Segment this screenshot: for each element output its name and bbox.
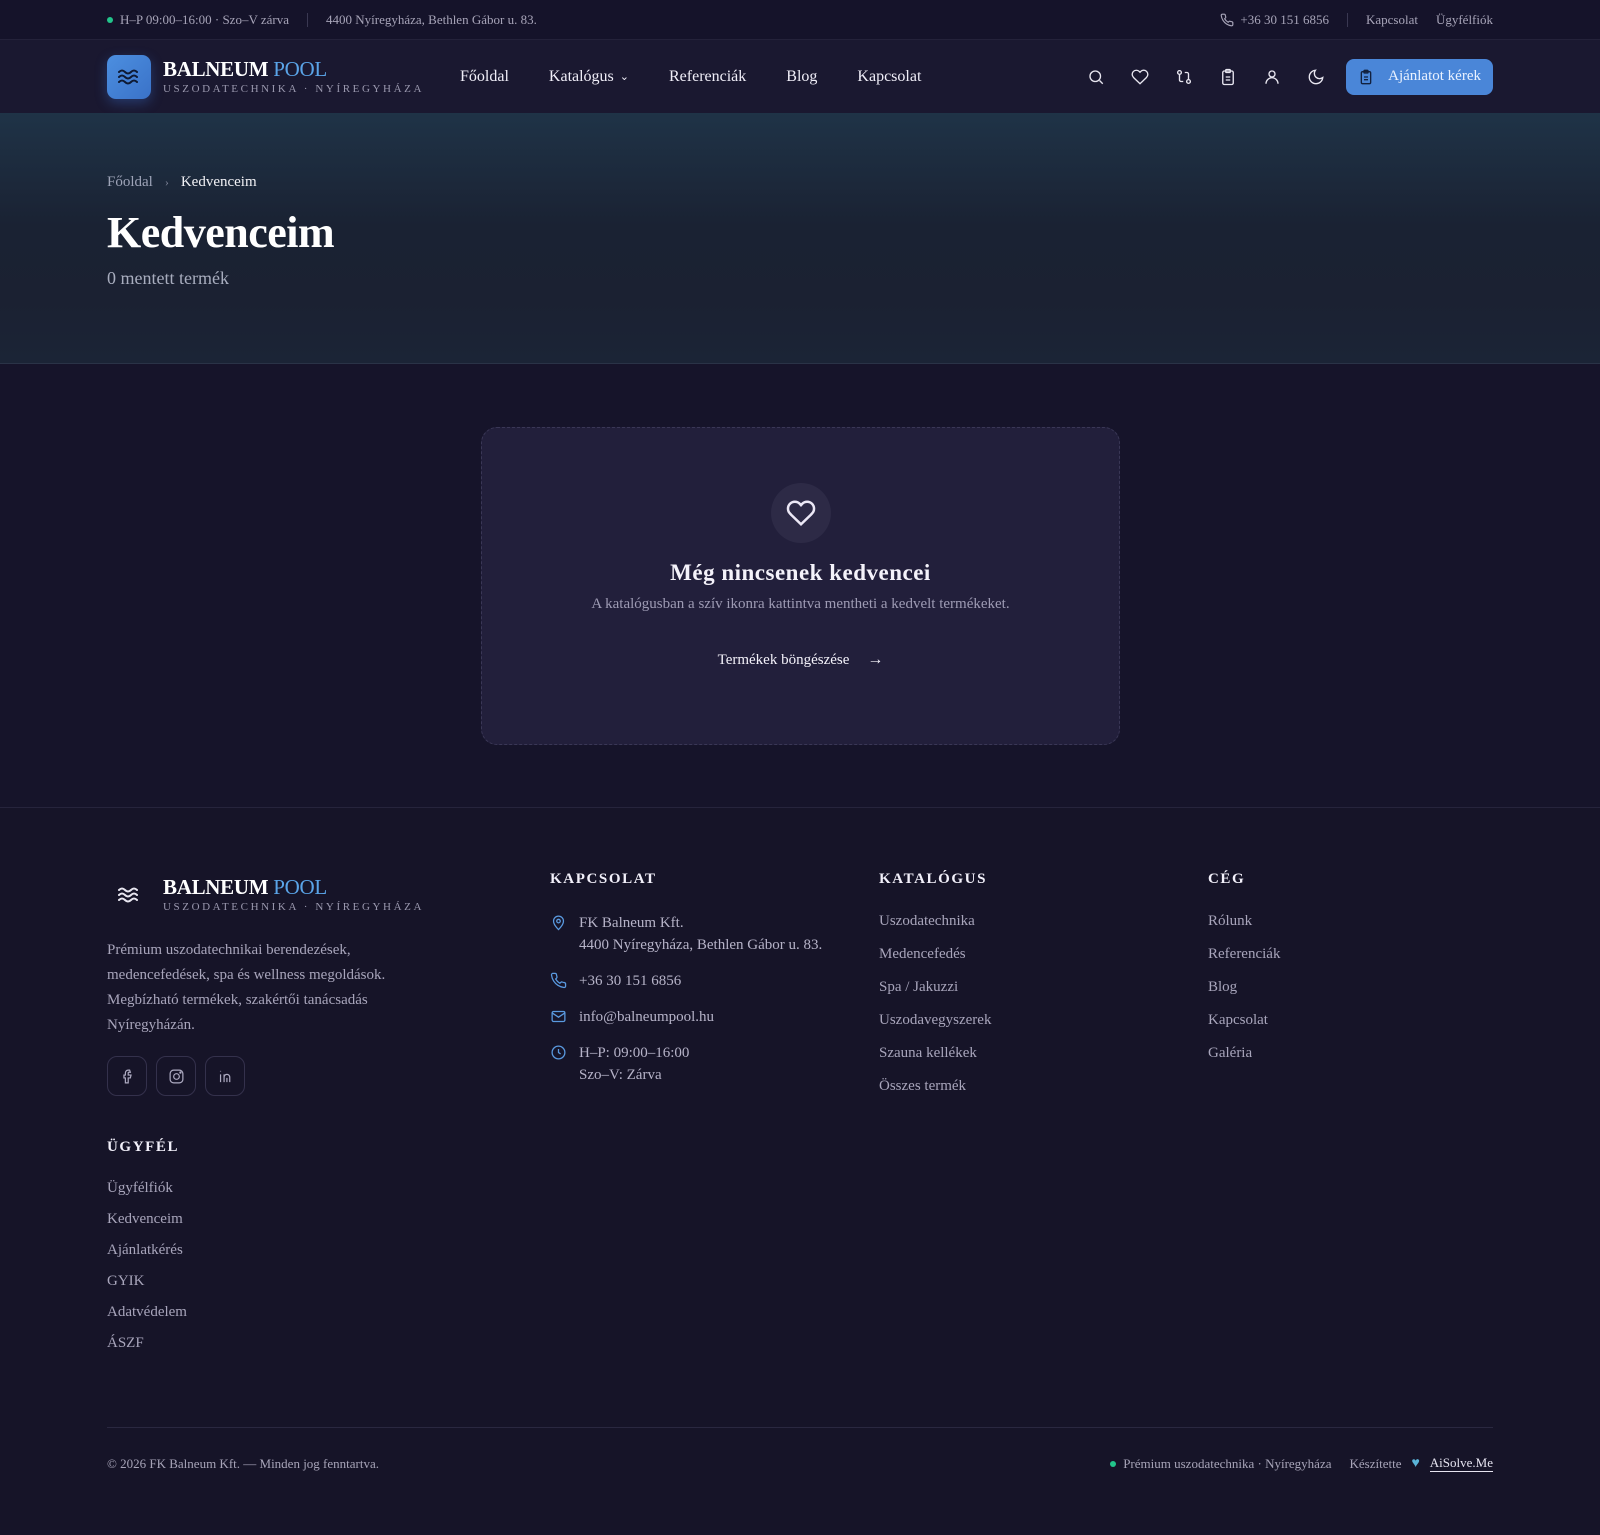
contact-heading: KAPCSOLAT [550,871,657,887]
main-nav: Főoldal Katalógus ⌄ Referenciák Blog Kapc… [460,68,961,86]
page-hero: Főoldal › Kedvenceim Kedvenceim 0 mentet… [0,113,1600,364]
location-pin-icon [552,915,565,931]
clipboard-icon [1360,69,1372,84]
nav-contact[interactable]: Kapcsolat [857,68,921,86]
topbar-contact-link[interactable]: Kapcsolat [1366,12,1418,28]
footer-link[interactable]: Kedvenceim [107,1211,424,1228]
divider [1346,12,1348,27]
footer-link[interactable]: Rólunk [1208,912,1280,931]
brand-subtitle: USZODATECHNIKA · NYÍREGYHÁZA [163,901,425,913]
footer-link[interactable]: Uszodavegyszerek [879,1011,991,1030]
copyright: © 2026 FK Balneum Kft. — Minden jog fenn… [107,1455,380,1471]
footer-link[interactable]: Ajánlatkérés [107,1242,424,1259]
site-footer: BALNEUM POOL USZODATECHNIKA · NYÍREGYHÁZ… [0,807,1600,1535]
opening-hours: H–P 09:00–16:00 · Szo–V zárva [120,11,289,27]
breadcrumb: Főoldal › Kedvenceim [107,113,1493,191]
client-column: ÜGYFÉL Ügyfélfiók Kedvenceim Ajánlatkéré… [107,1139,424,1352]
site-logo[interactable]: BALNEUM POOL USZODATECHNIKA · NYÍREGYHÁZ… [107,54,425,99]
main-header: BALNEUM POOL USZODATECHNIKA · NYÍREGYHÁZ… [0,40,1600,113]
brand-name: BALNEUM POOL [163,875,327,899]
brand-subtitle: USZODATECHNIKA · NYÍREGYHÁZA [163,83,425,95]
catalog-heading: KATALÓGUS [879,871,988,887]
company-column: CÉG Rólunk Referenciák Blog Kapcsolat Ga… [1208,871,1280,1077]
clock-icon [551,1045,566,1060]
empty-favorites-card: Még nincsenek kedvencei A katalógusban a… [481,427,1120,745]
nav-home[interactable]: Főoldal [460,68,509,86]
address: 4400 Nyíregyháza, Bethlen Gábor u. 83. [325,11,537,27]
footer-divider [107,1427,1493,1428]
waves-logo-icon [107,54,151,99]
footer-bottom-bar: © 2026 FK Balneum Kft. — Minden jog fenn… [107,1455,1493,1472]
footer-link[interactable]: Adatvédelem [107,1304,424,1321]
footer-link[interactable]: Galéria [1208,1044,1280,1063]
moon-icon[interactable] [1306,67,1326,87]
nav-blog[interactable]: Blog [786,68,817,86]
client-heading: ÜGYFÉL [107,1139,180,1155]
footer-link[interactable]: ÁSZF [107,1335,424,1352]
breadcrumb-home[interactable]: Főoldal [107,174,153,191]
status-dot [1110,1460,1117,1467]
footer-link[interactable]: Szauna kellékek [879,1044,991,1063]
topbar-account-link[interactable]: Ügyfélfiók [1436,12,1493,28]
clipboard-icon[interactable] [1218,67,1238,87]
breadcrumb-current: Kedvenceim [180,174,257,190]
empty-text: A katalógusban a szív ikonra kattintva m… [591,596,1010,612]
footer-link[interactable]: Referenciák [1208,945,1280,964]
facebook-icon[interactable] [107,1056,147,1096]
heart-icon [770,483,831,543]
contact-address: 4400 Nyíregyháza, Bethlen Gábor u. 83. [579,937,823,953]
request-quote-button[interactable]: Ajánlatot kérek [1346,58,1493,95]
top-info-bar: H–P 09:00–16:00 · Szo–V zárva 4400 Nyíre… [0,0,1600,40]
topbar-phone-link[interactable]: +36 30 151 6856 [1240,12,1329,28]
footer-link[interactable]: GYIK [107,1273,424,1290]
arrow-right-icon: → [867,651,884,668]
nav-references[interactable]: Referenciák [669,68,746,86]
linkedin-icon[interactable] [205,1056,245,1096]
nav-catalog[interactable]: Katalógus ⌄ [549,68,629,86]
contact-column: KAPCSOLAT FK Balneum Kft. 4400 Nyíregyház… [550,871,822,1100]
chevron-right-icon: › [164,175,169,189]
contact-hours-weekday: H–P: 09:00–16:00 [579,1045,690,1061]
user-icon[interactable] [1262,67,1282,87]
footer-tagline: Prémium uszodatechnika · Nyíregyháza [1123,1455,1332,1471]
mail-icon [551,1010,566,1023]
phone-icon [550,972,567,989]
waves-logo-icon [107,885,151,905]
brand-name: BALNEUM POOL [163,57,327,81]
footer-link[interactable]: Uszodatechnika [879,912,991,931]
saved-count: 0 mentett termék [107,268,229,288]
footer-link[interactable]: Medencefedés [879,945,991,964]
company-heading: CÉG [1208,871,1246,887]
instagram-icon[interactable] [156,1056,196,1096]
chevron-down-icon: ⌄ [619,71,629,83]
footer-link[interactable]: Spa / Jakuzzi [879,978,991,997]
catalog-column: KATALÓGUS Uszodatechnika Medencefedés Sp… [879,871,991,1110]
contact-email[interactable]: info@balneumpool.hu [579,1006,714,1028]
footer-link[interactable]: Kapcsolat [1208,1011,1280,1030]
footer-description: Prémium uszodatechnikai berendezések, me… [107,942,386,1033]
footer-link[interactable]: Blog [1208,978,1280,997]
search-icon[interactable] [1086,67,1106,87]
contact-phone[interactable]: +36 30 151 6856 [579,970,681,992]
footer-logo[interactable]: BALNEUM POOL USZODATECHNIKA · NYÍREGYHÁZ… [107,876,424,913]
divider [306,12,308,27]
heart-icon: ♥ [1411,1455,1420,1471]
empty-title: Még nincsenek kedvencei [670,560,931,585]
footer-link[interactable]: Ügyfélfiók [107,1180,424,1197]
phone-icon [1221,13,1234,26]
made-by-link[interactable]: AiSolve.Me [1429,1455,1493,1472]
contact-hours-weekend: Szo–V: Zárva [579,1067,662,1083]
browse-products-button[interactable]: Termékek böngészése → [718,651,884,669]
page-title: Kedvenceim [107,208,335,257]
contact-company: FK Balneum Kft. [579,915,684,931]
open-status-dot [107,16,113,23]
made-by-label: Készítette [1349,1455,1402,1471]
compare-icon[interactable] [1174,67,1194,87]
footer-link[interactable]: Összes termék [879,1077,991,1096]
heart-icon[interactable] [1130,67,1150,87]
